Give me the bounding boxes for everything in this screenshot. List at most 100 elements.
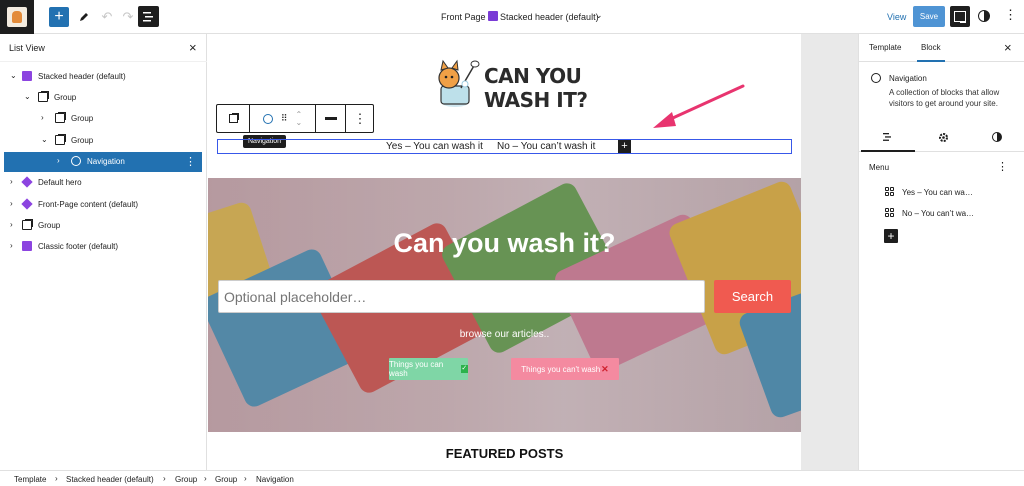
search-input[interactable] [218,280,705,313]
block-options-button[interactable]: ⋮ [346,105,374,132]
list-item-front-page-content[interactable]: › Front-Page content (default) [4,195,202,215]
chevron-right-icon: › [55,474,58,483]
group-icon [228,114,238,123]
settings-toggle[interactable] [950,6,970,27]
menu-item-no[interactable]: No – You can’t wa… [902,209,974,218]
template-name[interactable]: Stacked header (default) [500,12,599,22]
hero-section[interactable]: Can you wash it? Search browse our artic… [208,178,801,432]
navigation-block[interactable]: Yes – You can wash it No – You can’t was… [217,139,792,154]
list-item-stacked-header[interactable]: ⌄ Stacked header (default) [4,67,202,87]
chevron-down-icon[interactable]: ⌄ [595,10,603,21]
undo-button[interactable]: ↶ [97,7,117,27]
group-icon [38,92,48,102]
list-item-label: Group [54,93,77,102]
stacked-header[interactable]: CAN YOU WASH IT? ⠿ ⌃ ⌄ ⋮ Navigation Yes … [208,34,801,178]
list-item-group[interactable]: ⌄ Group [4,131,202,151]
menu-label: Menu [869,163,890,172]
site-title: CAN YOU WASH IT? [484,64,588,112]
menu-item-yes[interactable]: Yes – You can wa… [902,188,973,197]
chevron-down-icon[interactable]: ⌄ [10,71,17,80]
pen-icon [80,13,88,21]
breadcrumb-item[interactable]: Group [215,475,237,484]
nav-link-no[interactable]: No – You can’t wash it [497,141,595,152]
close-icon[interactable]: × [189,40,197,55]
tab-block[interactable]: Block [917,43,945,62]
list-item-label: Classic footer (default) [38,242,119,251]
block-inspector-tabs [859,122,1024,152]
site-icon-button[interactable] [0,0,34,34]
nav-link-yes[interactable]: Yes – You can wash it [386,141,483,152]
editor-canvas[interactable]: CAN YOU WASH IT? ⠿ ⌃ ⌄ ⋮ Navigation Yes … [208,34,858,470]
chevron-down-icon[interactable]: ⌄ [24,92,31,101]
block-toolbar: ⠿ ⌃ ⌄ ⋮ [216,104,374,133]
chevron-right-icon[interactable]: › [10,177,13,186]
things-you-cant-wash-button[interactable]: Things you can't wash ✕ [511,358,619,380]
annotation-arrow-icon [653,84,745,128]
list-view-toggle[interactable] [138,6,159,27]
list-item-navigation[interactable]: › Navigation ⋮ [4,152,202,172]
hero-title: Can you wash it? [393,228,616,258]
options-kebab-icon[interactable]: ⋮ [185,155,196,168]
redo-button[interactable]: ↷ [118,7,138,27]
options-kebab-icon[interactable]: ⋮ [1004,8,1017,21]
breadcrumb-item[interactable]: Template [14,475,46,484]
navigation-icon [71,156,81,166]
add-menu-item-button[interactable]: + [884,229,898,243]
list-item-group[interactable]: › Group [4,109,202,129]
save-button[interactable]: Save [913,6,945,27]
list-item-default-hero[interactable]: › Default hero [4,173,202,193]
drag-handle-icon[interactable]: ⠿ [281,113,288,124]
list-view-icon [142,11,153,21]
search-button[interactable]: Search [714,280,791,313]
chevron-right-icon: › [163,474,166,483]
pattern-icon [21,198,33,210]
navigation-icon [262,113,273,124]
site-title-line: WASH IT? [484,88,588,112]
breadcrumb-item[interactable]: Navigation [256,475,294,484]
featured-posts-heading: FEATURED POSTS [445,446,564,461]
chevron-right-icon[interactable]: › [10,241,13,250]
template-part-icon [22,241,32,251]
tab-styles[interactable] [990,130,1004,144]
close-icon[interactable]: × [1004,40,1012,55]
styles-icon [992,132,1002,142]
view-button[interactable]: View [887,12,906,22]
document-title[interactable]: Front Page [441,12,486,22]
add-nav-item-button[interactable]: + [618,140,631,153]
list-item-label: Navigation [87,157,125,166]
tab-list-view[interactable] [861,130,915,152]
select-parent-button[interactable] [217,105,250,132]
breadcrumb-item[interactable]: Stacked header (default) [66,475,154,484]
template-part-icon [488,11,498,21]
styles-icon[interactable] [978,10,990,22]
things-you-can-wash-button[interactable]: Things you can wash ✓ [389,358,468,380]
chevron-down-icon[interactable]: ⌄ [41,135,48,144]
settings-tabs: Template Block × [859,34,1024,62]
gear-icon [938,132,948,142]
options-kebab-icon[interactable]: ⋮ [997,160,1008,173]
chevron-right-icon: › [204,474,207,483]
list-item-group[interactable]: ⌄ Group [4,88,202,108]
tab-settings[interactable] [936,130,950,144]
navigation-icon [871,73,881,83]
justify-button[interactable] [316,105,346,132]
cross-icon: ✕ [601,363,609,374]
list-item-label: Stacked header (default) [38,72,126,81]
block-name: Navigation [889,74,927,83]
add-block-button[interactable]: + [49,7,69,27]
chevron-right-icon[interactable]: › [10,220,13,229]
chevron-right-icon[interactable]: › [57,156,60,165]
group-icon [55,113,65,123]
chevron-right-icon[interactable]: › [10,199,13,208]
list-item-label: Default hero [38,178,82,187]
site-logo-icon [7,7,27,27]
list-item-group[interactable]: › Group [4,216,202,236]
tab-template[interactable]: Template [869,43,901,52]
tools-pen-button[interactable] [74,7,94,27]
block-type-mover[interactable]: ⠿ ⌃ ⌄ [250,105,316,132]
chevron-right-icon[interactable]: › [41,113,44,122]
breadcrumb-item[interactable]: Group [175,475,197,484]
list-item-classic-footer[interactable]: › Classic footer (default) [4,237,202,257]
move-up-down-icon[interactable]: ⌃ ⌄ [295,110,302,127]
site-title-line: CAN YOU [484,64,582,88]
